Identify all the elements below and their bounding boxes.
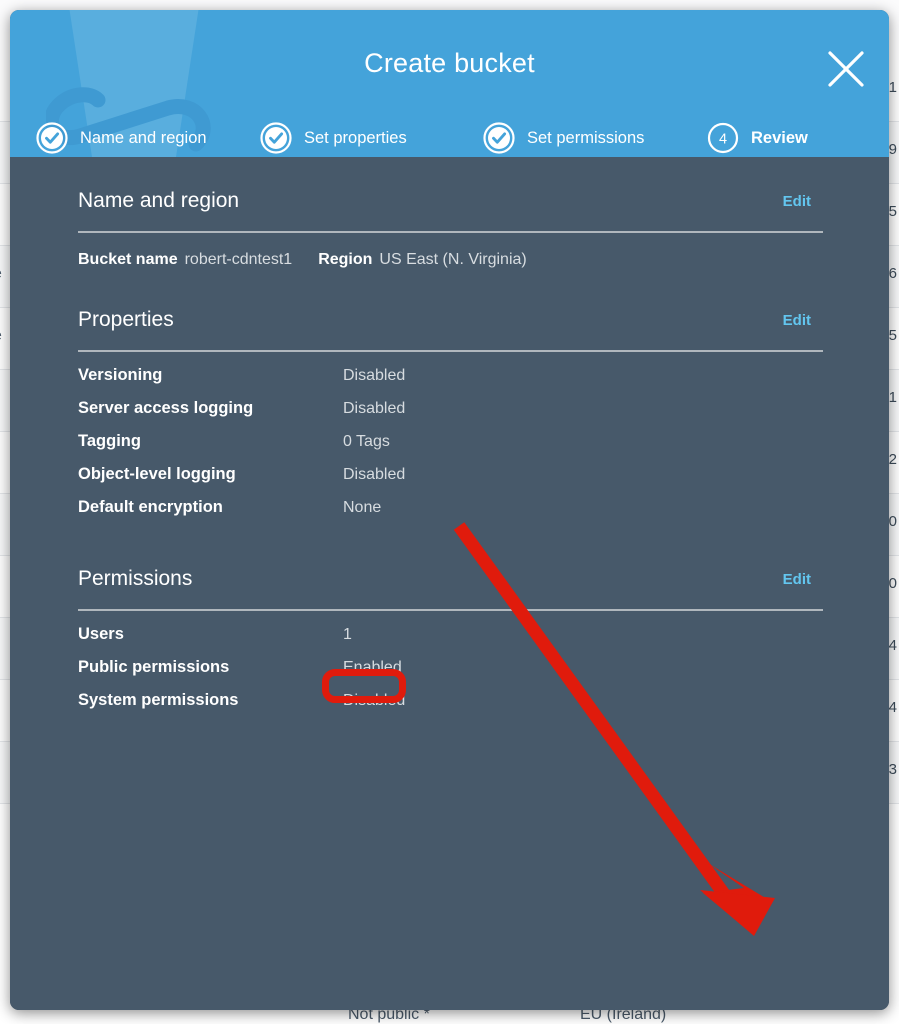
property-value: 0 Tags bbox=[343, 433, 390, 450]
section-permissions: Permissions Edit Users 1 Public permissi… bbox=[78, 567, 823, 709]
screen: C et 1 29 5 ke 6 ke 5 bbox=[0, 0, 899, 1024]
permission-label: Users bbox=[78, 625, 124, 643]
section-header: Name and region Edit bbox=[78, 189, 823, 227]
permissions-list: Users 1 Public permissions Enabled Syste… bbox=[78, 625, 823, 724]
table-cell-name: ke bbox=[0, 327, 2, 344]
table-cell-value: 4 bbox=[888, 699, 897, 716]
divider bbox=[78, 231, 823, 233]
table-cell-value: 4 bbox=[888, 637, 897, 654]
check-circle-icon bbox=[483, 122, 515, 154]
list-item: Object-level logging Disabled bbox=[78, 465, 823, 498]
edit-properties-link[interactable]: Edit bbox=[783, 312, 811, 329]
check-circle-icon bbox=[260, 122, 292, 154]
table-cell-value: 3 bbox=[888, 761, 897, 778]
name-and-region-values: Bucket name robert-cdntest1 Region US East … bbox=[78, 251, 553, 269]
step-label: Name and region bbox=[80, 128, 207, 147]
property-value: Disabled bbox=[343, 367, 406, 384]
edit-permissions-link[interactable]: Edit bbox=[783, 571, 811, 588]
section-name-and-region: Name and region Edit Bucket name robert-c… bbox=[78, 189, 823, 268]
dialog-title: Create bucket bbox=[364, 48, 535, 78]
section-properties: Properties Edit Versioning Disabled Serv… bbox=[78, 308, 823, 516]
property-value: None bbox=[343, 499, 382, 516]
list-item: Versioning Disabled bbox=[78, 366, 823, 399]
table-cell-value: 1 bbox=[888, 79, 897, 96]
permission-value: 1 bbox=[343, 626, 352, 643]
step-set-properties[interactable]: Set properties bbox=[260, 118, 407, 157]
section-header: Properties Edit bbox=[78, 308, 823, 346]
step-set-permissions[interactable]: Set permissions bbox=[483, 118, 644, 157]
property-label: Versioning bbox=[78, 366, 163, 384]
step-name-and-region[interactable]: Name and region bbox=[36, 118, 207, 157]
edit-name-and-region-link[interactable]: Edit bbox=[783, 193, 811, 210]
property-label: Server access logging bbox=[78, 399, 254, 417]
dialog-body: Name and region Edit Bucket name robert-c… bbox=[10, 157, 889, 1010]
public-permissions-value: Enabled bbox=[343, 659, 402, 676]
region-value: US East (N. Virginia) bbox=[379, 251, 527, 268]
section-title: Name and region bbox=[78, 189, 240, 212]
close-icon[interactable] bbox=[825, 48, 867, 90]
properties-list: Versioning Disabled Server access loggin… bbox=[78, 366, 823, 531]
check-circle-icon bbox=[36, 122, 68, 154]
step-label: Set properties bbox=[304, 128, 407, 147]
permission-label: Public permissions bbox=[78, 658, 230, 676]
list-item: Tagging 0 Tags bbox=[78, 432, 823, 465]
list-item: Server access logging Disabled bbox=[78, 399, 823, 432]
bucket-name-label: Bucket name bbox=[78, 251, 178, 268]
list-item: Public permissions Enabled bbox=[78, 658, 823, 691]
table-cell-value: 6 bbox=[888, 265, 897, 282]
table-cell-value: 2 bbox=[888, 451, 897, 468]
step-indicator: Name and region Set properties Set permi… bbox=[10, 118, 889, 157]
bucket-name-value: robert-cdntest1 bbox=[184, 251, 293, 268]
step-number-circle-icon: 4 bbox=[707, 122, 739, 154]
property-value: Disabled bbox=[343, 466, 406, 483]
list-item: Default encryption None bbox=[78, 498, 823, 531]
svg-text:4: 4 bbox=[719, 132, 727, 148]
section-title: Permissions bbox=[78, 567, 193, 590]
step-review[interactable]: 4 Review bbox=[707, 118, 808, 157]
property-value: Disabled bbox=[343, 400, 406, 417]
list-item: Users 1 bbox=[78, 625, 823, 658]
step-label: Set permissions bbox=[527, 128, 645, 147]
list-item: System permissions Disabled bbox=[78, 691, 823, 724]
divider bbox=[78, 350, 823, 352]
table-cell-value: 1 bbox=[888, 389, 897, 406]
create-bucket-dialog: Create bucket Name and region Set proper… bbox=[10, 10, 889, 1010]
region-label: Region bbox=[318, 251, 373, 268]
property-label: Tagging bbox=[78, 432, 141, 450]
table-cell-value: 5 bbox=[888, 203, 897, 220]
table-cell-value: 0 bbox=[888, 513, 897, 530]
divider bbox=[78, 609, 823, 611]
permission-value: Disabled bbox=[343, 692, 406, 709]
permission-label: System permissions bbox=[78, 691, 239, 709]
property-label: Default encryption bbox=[78, 498, 223, 516]
section-header: Permissions Edit bbox=[78, 567, 823, 605]
dialog-header: Create bucket Name and region Set proper… bbox=[10, 10, 889, 157]
step-label: Review bbox=[751, 128, 808, 147]
property-label: Object-level logging bbox=[78, 465, 236, 483]
table-cell-value: 0 bbox=[888, 575, 897, 592]
table-cell-name: ke bbox=[0, 265, 2, 282]
table-cell-value: 5 bbox=[888, 327, 897, 344]
section-title: Properties bbox=[78, 308, 174, 331]
